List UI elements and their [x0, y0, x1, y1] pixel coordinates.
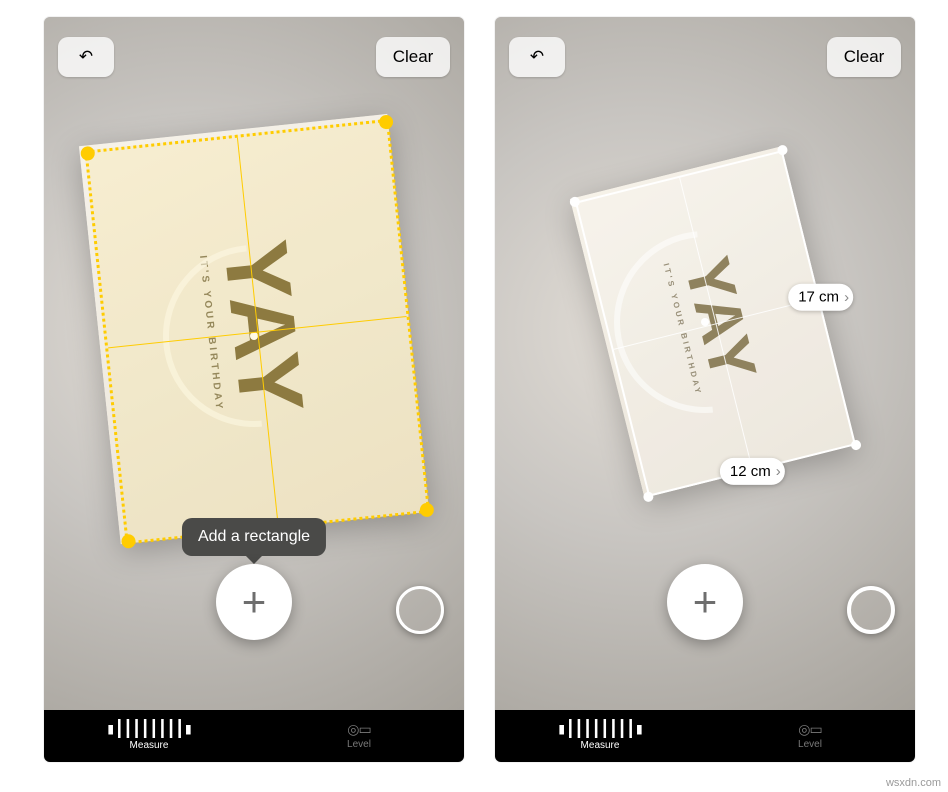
tab-measure-label: Measure: [130, 740, 169, 751]
shutter-button[interactable]: [847, 586, 895, 634]
measurement-width-label: 12 cm: [730, 463, 771, 480]
level-icon: ◎▭: [347, 722, 370, 736]
plus-icon: +: [242, 581, 267, 623]
clear-button-label: Clear: [844, 47, 885, 67]
bottom-tab-bar: ▮┃┃┃┃┃┃┃┃▮ Measure ◎▭ Level: [495, 710, 915, 762]
crosshair-vertical: [237, 137, 279, 525]
undo-button[interactable]: ↶: [509, 37, 565, 77]
corner-handle-top-left[interactable]: [80, 146, 95, 161]
phone-screenshot-detecting: YAY IT'S YOUR BIRTHDAY: [44, 17, 464, 762]
tab-level[interactable]: ◎▭ Level: [705, 710, 915, 762]
ruler-icon: ▮┃┃┃┃┃┃┃┃▮: [557, 721, 643, 737]
clear-button-label: Clear: [393, 47, 434, 67]
measurement-pill-width[interactable]: 12 cm: [720, 458, 785, 485]
crosshair-vertical: [680, 178, 754, 469]
camera-viewport: YAY IT'S YOUR BIRTHDAY 17 c: [495, 17, 915, 710]
tab-level-label: Level: [347, 739, 371, 750]
camera-viewport: YAY IT'S YOUR BIRTHDAY: [44, 17, 464, 710]
measurement-pill-height[interactable]: 17 cm: [789, 284, 854, 311]
add-point-button[interactable]: +: [216, 564, 292, 640]
tab-level[interactable]: ◎▭ Level: [254, 710, 464, 762]
tab-measure-label: Measure: [581, 740, 620, 751]
corner-handle-bottom-left[interactable]: [643, 491, 655, 503]
tab-measure[interactable]: ▮┃┃┃┃┃┃┃┃▮ Measure: [495, 710, 705, 762]
tab-measure[interactable]: ▮┃┃┃┃┃┃┃┃▮ Measure: [44, 710, 254, 762]
undo-icon: ↶: [530, 47, 544, 67]
tooltip-add-rectangle: Add a rectangle: [182, 518, 326, 556]
corner-handle-bottom-left[interactable]: [121, 533, 136, 548]
corner-handle-top-right[interactable]: [378, 114, 393, 129]
undo-button[interactable]: ↶: [58, 37, 114, 77]
phone-screenshot-measured: YAY IT'S YOUR BIRTHDAY 17 c: [495, 17, 915, 762]
ruler-icon: ▮┃┃┃┃┃┃┃┃▮: [106, 721, 192, 737]
corner-handle-bottom-right[interactable]: [850, 439, 862, 451]
clear-button[interactable]: Clear: [827, 37, 901, 77]
detection-box: [84, 119, 430, 545]
plus-icon: +: [693, 581, 718, 623]
watermark: wsxdn.com: [883, 776, 944, 790]
measurement-height-label: 17 cm: [799, 289, 840, 306]
shutter-button[interactable]: [396, 586, 444, 634]
clear-button[interactable]: Clear: [376, 37, 450, 77]
corner-handle-bottom-right[interactable]: [419, 502, 434, 517]
level-icon: ◎▭: [798, 722, 821, 736]
tab-level-label: Level: [798, 739, 822, 750]
comparison-canvas: YAY IT'S YOUR BIRTHDAY: [0, 0, 948, 792]
bottom-tab-bar: ▮┃┃┃┃┃┃┃┃▮ Measure ◎▭ Level: [44, 710, 464, 762]
tooltip-label: Add a rectangle: [198, 528, 310, 545]
add-point-button[interactable]: +: [667, 564, 743, 640]
corner-handle-top-right[interactable]: [777, 144, 789, 156]
undo-icon: ↶: [79, 47, 93, 67]
